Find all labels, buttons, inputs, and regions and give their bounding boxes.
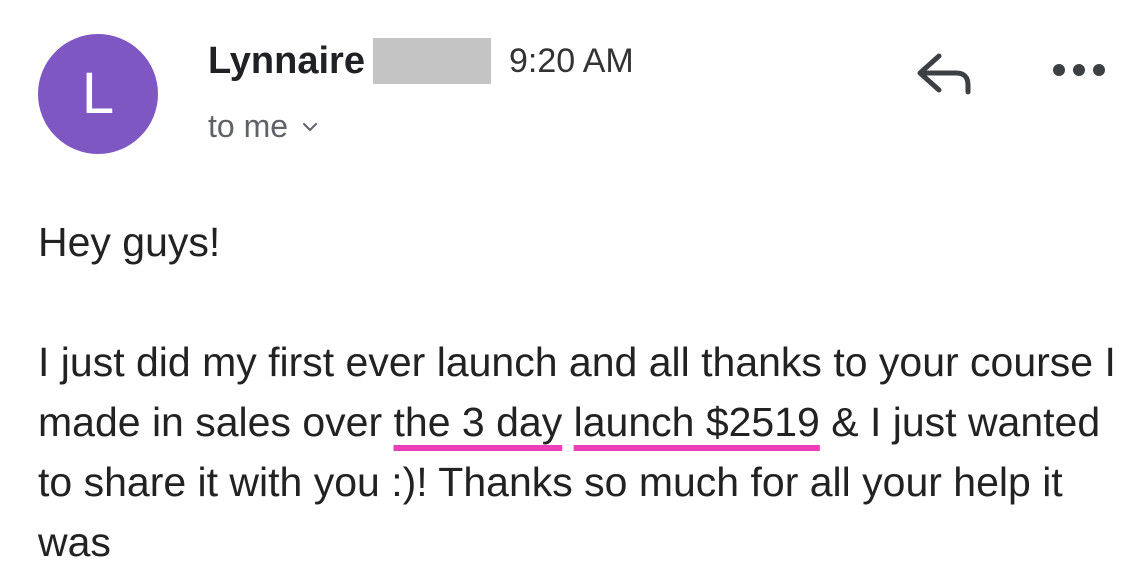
sender-avatar[interactable]: L	[38, 34, 158, 154]
recipient-label: to me	[208, 108, 289, 144]
message-paragraph: I just did my first ever launch and all …	[38, 332, 1128, 572]
reply-icon	[917, 53, 971, 95]
message-body: Hey guys! I just did my first ever launc…	[38, 212, 1128, 572]
highlighted-text-1: the 3 day	[393, 399, 563, 445]
reply-button[interactable]	[912, 48, 976, 98]
sender-header: Lynnaire 9:20 AM	[208, 36, 634, 86]
recipient-details-toggle[interactable]: to me	[208, 108, 318, 145]
more-options-icon	[1053, 64, 1105, 76]
more-options-button[interactable]	[1050, 58, 1108, 82]
highlighted-text-2: launch $2519	[573, 399, 820, 445]
email-view: L Lynnaire 9:20 AM to me Hey guys! I jus…	[0, 0, 1137, 572]
message-greeting: Hey guys!	[38, 219, 221, 265]
redacted-email-address	[372, 38, 491, 84]
sender-name[interactable]: Lynnaire	[208, 40, 365, 83]
text-space	[562, 399, 573, 445]
avatar-letter: L	[81, 61, 115, 126]
chevron-down-icon	[303, 122, 318, 131]
message-time: 9:20 AM	[508, 41, 634, 80]
